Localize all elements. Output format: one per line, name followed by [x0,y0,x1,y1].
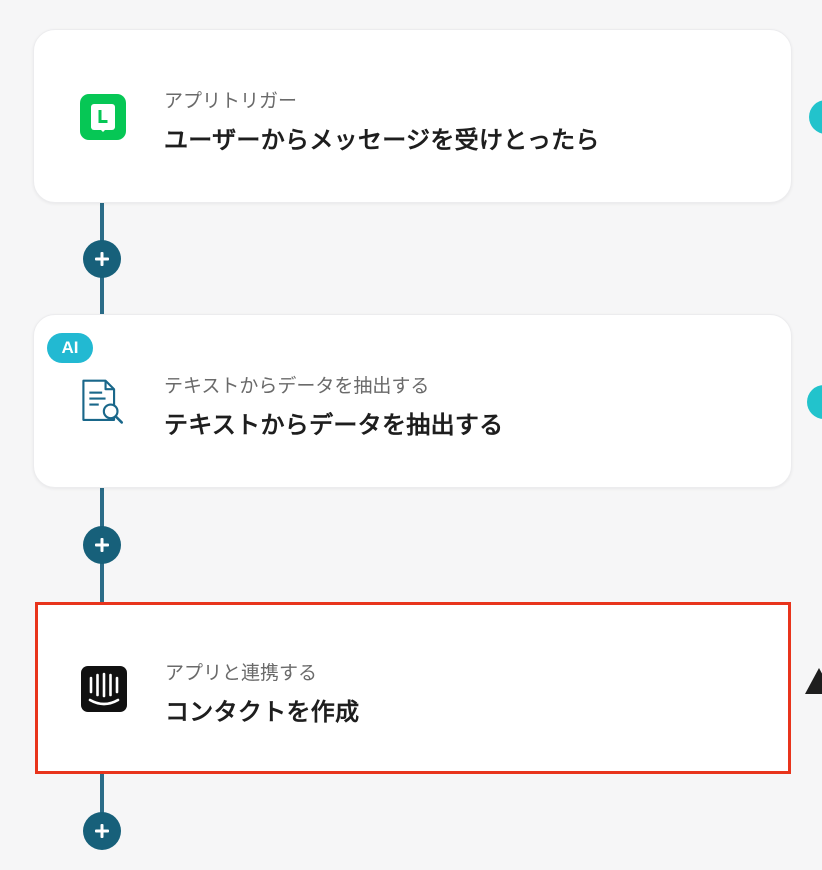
step-title: ユーザーからメッセージを受けとったら [164,126,600,154]
document-search-icon [80,379,126,425]
step-title: コンタクトを作成 [165,698,360,726]
add-step-button[interactable] [83,812,121,850]
line-app-icon [80,94,126,140]
side-status-dot[interactable] [809,100,822,134]
step-title: テキストからデータを抽出する [164,411,504,439]
plus-icon [95,252,109,266]
plus-icon [95,824,109,838]
side-status-dot[interactable] [807,385,822,419]
intercom-app-icon [81,666,127,712]
step-type-label: アプリトリガー [164,90,298,112]
step-type-label: テキストからデータを抽出する [164,375,430,397]
ai-badge: AI [47,333,93,363]
warning-icon[interactable] [805,668,822,694]
plus-icon [95,538,109,552]
add-step-button[interactable] [83,526,121,564]
step-type-label: アプリと連携する [165,662,318,684]
flow-step-create-contact[interactable]: アプリと連携する コンタクトを作成 [35,602,791,774]
flow-step-trigger[interactable]: アプリトリガー ユーザーからメッセージを受けとったら [33,29,792,203]
add-step-button[interactable] [83,240,121,278]
flow-step-ai-extract[interactable]: テキストからデータを抽出する テキストからデータを抽出する [33,314,792,488]
